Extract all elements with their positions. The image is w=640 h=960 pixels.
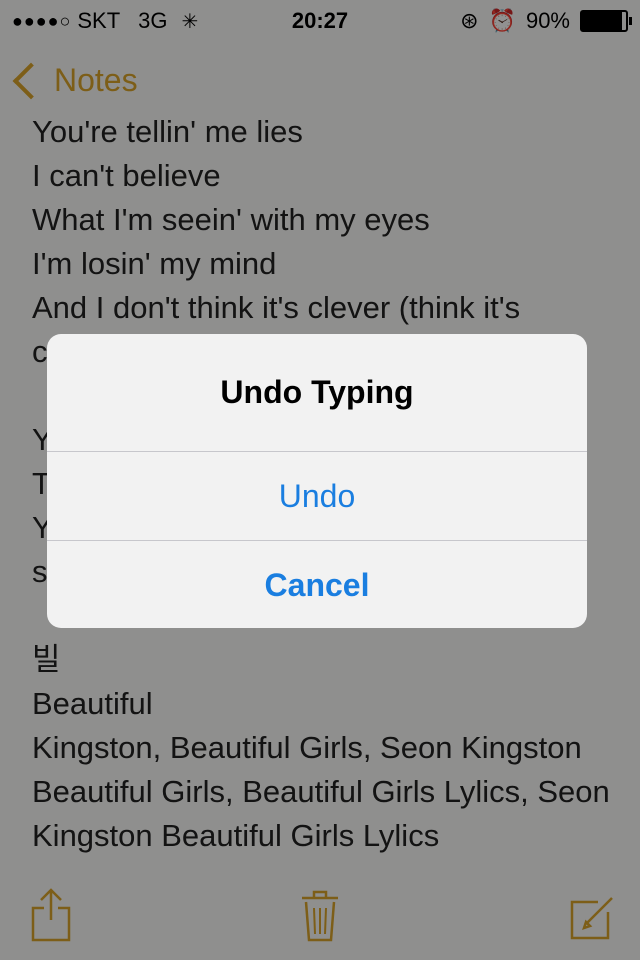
- cancel-button[interactable]: Cancel: [47, 540, 587, 628]
- undo-button[interactable]: Undo: [47, 451, 587, 540]
- alert-title: Undo Typing: [220, 374, 414, 410]
- undo-typing-alert: Undo Typing Undo Cancel: [47, 334, 587, 628]
